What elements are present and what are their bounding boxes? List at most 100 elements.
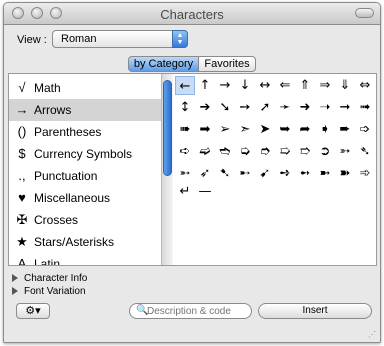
tab-favorites[interactable]: Favorites	[198, 56, 256, 72]
glyph-cell[interactable]: ➫	[195, 142, 215, 161]
category-list: √ Math → Arrows () Parentheses $ Currenc…	[9, 74, 161, 265]
view-popup[interactable]: Roman ▲ ▼	[52, 30, 188, 48]
character-info-disclosure[interactable]: Character Info	[12, 273, 87, 284]
category-label: Currency Symbols	[34, 147, 133, 161]
action-menu-button[interactable]: ⚙▾	[16, 303, 50, 319]
glyph-cell[interactable]: ⇑	[295, 76, 315, 95]
arrow-icon: →	[15, 102, 29, 117]
glyph-cell[interactable]: ↔	[255, 76, 275, 95]
glyph-cell[interactable]: ➸	[235, 164, 255, 183]
glyph-cell[interactable]: ➞	[335, 98, 355, 117]
glyph-cell[interactable]: ←	[175, 76, 195, 95]
glyph-cell[interactable]: ↕	[175, 98, 195, 117]
glyph-cell[interactable]: ⇐	[275, 76, 295, 95]
glyph-cell[interactable]: ➽	[335, 164, 355, 183]
glyph-cell[interactable]: ⇔	[355, 76, 375, 95]
view-label: View :	[17, 34, 47, 46]
glyph-cell[interactable]: ➯	[275, 142, 295, 161]
glyph-cell[interactable]: ➩	[355, 120, 375, 139]
glyph-cell[interactable]: ➹	[255, 164, 275, 183]
glyph-cell[interactable]: ➟	[355, 98, 375, 117]
glyph-cell[interactable]: ⇒	[315, 76, 335, 95]
glyph-cell[interactable]: →	[215, 76, 235, 95]
dollar-icon: $	[18, 146, 26, 161]
glyph-cell[interactable]: ➜	[295, 98, 315, 117]
glyph-cell[interactable]: ➝	[315, 98, 335, 117]
disclosure-triangle-icon	[12, 274, 18, 283]
category-item-arrows[interactable]: → Arrows	[9, 99, 161, 121]
glyph-cell[interactable]: ➧	[315, 120, 335, 139]
glyph-cell[interactable]: ➚	[255, 98, 275, 117]
glyph-cell[interactable]: ➥	[275, 120, 295, 139]
category-item-miscellaneous[interactable]: ♥ Miscellaneous	[9, 187, 161, 209]
glyph-cell[interactable]: ➳	[335, 142, 355, 161]
glyph-cell[interactable]: ➻	[295, 164, 315, 183]
glyph-cell[interactable]: ➷	[215, 164, 235, 183]
glyph-cell[interactable]: ➭	[235, 142, 255, 161]
category-item-crosses[interactable]: ✠ Crosses	[9, 209, 161, 231]
glyph-cell[interactable]: ➠	[175, 120, 195, 139]
category-item-stars-asterisks[interactable]: ★ Stars/Asterisks	[9, 231, 161, 253]
glyph-cell[interactable]: ➶	[195, 164, 215, 183]
font-variation-label: Font Variation	[24, 286, 86, 297]
glyph-cell[interactable]: ➺	[275, 164, 295, 183]
glyph-cell[interactable]: ➮	[255, 142, 275, 161]
category-item-parentheses[interactable]: () Parentheses	[9, 121, 161, 143]
glyph-cell[interactable]: ➴	[355, 142, 375, 161]
glyph-cell[interactable]: ➔	[195, 98, 215, 117]
category-item-currency-symbols[interactable]: $ Currency Symbols	[9, 143, 161, 165]
resize-grip-icon[interactable]: ⋰	[368, 330, 378, 340]
glyph-cell[interactable]: ➢	[215, 120, 235, 139]
up-down-arrows-icon: ▲ ▼	[172, 30, 188, 48]
parentheses-icon: ()	[17, 124, 27, 139]
math-icon: √	[18, 80, 26, 95]
glyph-cell[interactable]: ➡	[195, 120, 215, 139]
glyph-cell[interactable]: ➾	[355, 164, 375, 183]
insert-button[interactable]: Insert	[258, 303, 372, 319]
glyph-cell[interactable]: ➛	[275, 98, 295, 117]
category-label: Latin	[34, 257, 61, 265]
category-label: Stars/Asterisks	[34, 235, 115, 249]
category-label: Arrows	[34, 103, 72, 117]
font-variation-disclosure[interactable]: Font Variation	[12, 286, 86, 297]
glyph-cell[interactable]: ➱	[295, 142, 315, 161]
category-label: Punctuation	[34, 169, 98, 183]
category-item-punctuation[interactable]: ., Punctuation	[9, 165, 161, 187]
glyph-cell[interactable]: ⇓	[335, 76, 355, 95]
gear-icon: ⚙▾	[25, 305, 41, 317]
glyph-cell[interactable]: ➦	[295, 120, 315, 139]
glyph-cell[interactable]: —	[195, 182, 215, 201]
tab-by-category[interactable]: by Category	[128, 56, 199, 72]
glyph-cell[interactable]: ↑	[195, 76, 215, 95]
scroll-thumb[interactable]	[163, 80, 172, 176]
window-title: Characters	[160, 7, 224, 22]
category-label: Miscellaneous	[34, 191, 111, 205]
heart-icon: ♥	[18, 190, 26, 205]
glyph-cell[interactable]: ↵	[175, 182, 195, 201]
category-item-latin[interactable]: A Latin	[9, 253, 161, 265]
cross-icon: ✠	[16, 212, 28, 227]
toolbar-toggle-button[interactable]	[355, 8, 374, 18]
glyph-cell[interactable]: ➪	[175, 142, 195, 161]
search-field[interactable]: 🔍	[129, 303, 252, 319]
category-item-math[interactable]: √ Math	[9, 77, 161, 99]
glyph-cell[interactable]: ➣	[235, 120, 255, 139]
category-label: Math	[34, 81, 61, 95]
category-scrollbar[interactable]	[161, 74, 173, 265]
glyph-cell[interactable]: ➲	[315, 142, 335, 161]
glyph-cell[interactable]: ➙	[235, 98, 255, 117]
glyph-cell[interactable]: ➨	[335, 120, 355, 139]
disclosure-triangle-icon	[12, 287, 18, 296]
title-bar[interactable]: Characters	[4, 3, 380, 25]
glyph-cell[interactable]: ➤	[255, 120, 275, 139]
glyph-cell[interactable]: ➬	[215, 142, 235, 161]
glyph-grid: ← ↑ → ↓ ↔ ⇐ ⇑ ⇒ ⇓ ⇔ ↕ ➔ ➘ ➙ ➚ ➛ ➜ ➝ ➞ ➟ …	[175, 74, 375, 265]
search-input[interactable]	[147, 305, 247, 317]
characters-window: Characters View : Roman ▲ ▼ by Category F…	[3, 2, 381, 343]
glyph-cell[interactable]: ↓	[235, 76, 255, 95]
star-icon: ★	[16, 234, 28, 249]
glyph-cell[interactable]: ➘	[215, 98, 235, 117]
glyph-cell[interactable]: ➵	[175, 164, 195, 183]
glyph-cell[interactable]: ➼	[315, 164, 335, 183]
view-popup-value: Roman	[61, 33, 97, 45]
